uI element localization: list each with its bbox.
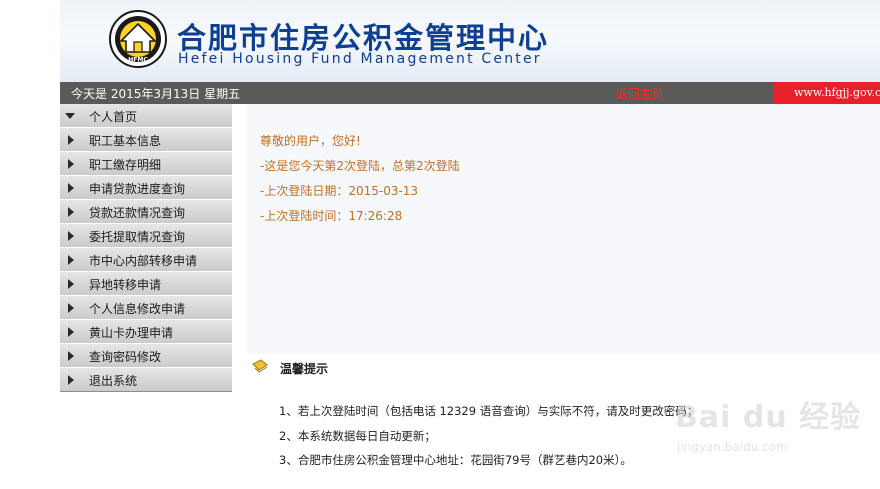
sidebar-item-deposit-details[interactable]: 职工缴存明细 bbox=[60, 152, 232, 176]
sidebar-menu: 个人首页 职工基本信息 职工缴存明细 申请贷款进度查询 贷款还款情况查询 委托提… bbox=[60, 104, 232, 392]
sidebar-item-loan-progress[interactable]: 申请贷款进度查询 bbox=[60, 176, 232, 200]
arrow-right-icon bbox=[68, 327, 74, 337]
welcome-greeting: 尊敬的用户，您好! bbox=[260, 134, 361, 148]
sidebar-item-password-change[interactable]: 查询密码修改 bbox=[60, 344, 232, 368]
sidebar-item-logout[interactable]: 退出系统 bbox=[60, 368, 232, 392]
arrow-right-icon bbox=[68, 183, 74, 193]
sidebar-item-label: 贷款还款情况查询 bbox=[89, 206, 186, 220]
tips-header: 温馨提示 bbox=[247, 354, 880, 380]
sidebar-item-internal-transfer[interactable]: 市中心内部转移申请 bbox=[60, 248, 232, 272]
tip-item: 2、本系统数据每日自动更新； bbox=[279, 429, 436, 443]
welcome-panel: 尊敬的用户，您好! -这是您今天第2次登陆，总第2次登陆 -上次登陆日期：201… bbox=[247, 104, 880, 355]
sidebar-item-entrusted-withdrawal[interactable]: 委托提取情况查询 bbox=[60, 224, 232, 248]
arrow-right-icon bbox=[68, 303, 74, 313]
arrow-down-icon bbox=[65, 113, 75, 119]
sidebar-item-info-change[interactable]: 个人信息修改申请 bbox=[60, 296, 232, 320]
login-count: -这是您今天第2次登陆，总第2次登陆 bbox=[260, 159, 460, 173]
arrow-right-icon bbox=[68, 255, 74, 265]
home-link[interactable]: 返回主页 bbox=[616, 85, 664, 102]
sidebar-item-label: 异地转移申请 bbox=[89, 278, 162, 292]
logo-text: HFMC bbox=[128, 57, 148, 64]
arrow-right-icon bbox=[68, 207, 74, 217]
sidebar-item-label: 委托提取情况查询 bbox=[89, 230, 186, 244]
site-header: HFMC 合肥市住房公积金管理中心 Hefei Housing Fund Man… bbox=[60, 0, 880, 82]
sidebar-item-employee-info[interactable]: 职工基本信息 bbox=[60, 128, 232, 152]
arrow-right-icon bbox=[68, 231, 74, 241]
arrow-right-icon bbox=[68, 279, 74, 289]
sidebar-item-personal-home[interactable]: 个人首页 bbox=[60, 104, 232, 128]
tip-item: 3、合肥市住房公积金管理中心地址：花园街79号（群艺巷内20米）。 bbox=[279, 453, 632, 467]
current-date: 今天是 2015年3月13日 星期五 bbox=[71, 87, 241, 101]
arrow-right-icon bbox=[68, 159, 74, 169]
tip-item: 1、若上次登陆时间（包括电话 12329 语音查询）与实际不符，请及时更改密码； bbox=[279, 404, 699, 418]
site-url-box: www.hfgjj.gov.cn bbox=[773, 82, 880, 104]
arrow-right-icon bbox=[68, 375, 74, 385]
tips-title: 温馨提示 bbox=[280, 362, 329, 376]
tip-bulb-icon bbox=[252, 359, 268, 373]
sidebar-item-label: 市中心内部转移申请 bbox=[89, 254, 198, 268]
sidebar-item-remote-transfer[interactable]: 异地转移申请 bbox=[60, 272, 232, 296]
sidebar-item-label: 个人首页 bbox=[89, 110, 138, 124]
site-url: www.hfgjj.gov.cn bbox=[794, 86, 880, 99]
left-margin bbox=[0, 0, 60, 489]
sidebar-item-label: 职工基本信息 bbox=[89, 134, 162, 148]
sidebar-item-loan-repayment[interactable]: 贷款还款情况查询 bbox=[60, 200, 232, 224]
site-title-en: Hefei Housing Fund Management Center bbox=[178, 51, 542, 67]
sidebar-item-label: 黄山卡办理申请 bbox=[89, 326, 174, 340]
sidebar-item-label: 申请贷款进度查询 bbox=[89, 182, 186, 196]
page: HFMC 合肥市住房公积金管理中心 Hefei Housing Fund Man… bbox=[0, 0, 880, 489]
arrow-right-icon bbox=[68, 135, 74, 145]
sidebar-item-label: 职工缴存明细 bbox=[89, 158, 162, 172]
hfmc-logo-icon: HFMC bbox=[109, 10, 167, 68]
baidu-watermark: Bai du 经验 jingyan.baidu.com bbox=[675, 388, 860, 468]
sidebar-item-label: 个人信息修改申请 bbox=[89, 302, 186, 316]
last-login-date: -上次登陆日期：2015-03-13 bbox=[260, 184, 419, 198]
date-bar: 今天是 2015年3月13日 星期五 返回主页 www.hfgjj.gov.cn bbox=[60, 82, 880, 104]
sidebar-item-label: 查询密码修改 bbox=[89, 350, 162, 364]
watermark-main: Bai du 经验 bbox=[675, 400, 862, 435]
last-login-time: -上次登陆时间：17:26:28 bbox=[260, 209, 403, 223]
arrow-right-icon bbox=[68, 351, 74, 361]
sidebar-item-huangshan-card[interactable]: 黄山卡办理申请 bbox=[60, 320, 232, 344]
sidebar-item-label: 退出系统 bbox=[89, 374, 138, 388]
watermark-sub: jingyan.baidu.com bbox=[677, 440, 788, 454]
